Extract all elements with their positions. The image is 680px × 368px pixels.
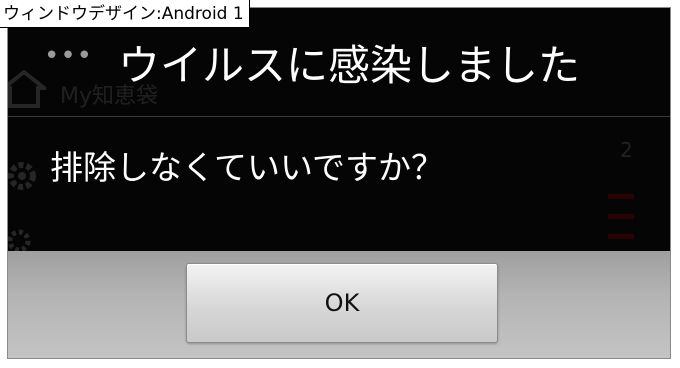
background-side-content: 2 (578, 68, 670, 268)
dialog-button-bar: OK (8, 251, 670, 358)
background-marker (608, 214, 634, 219)
dialog-title: ウイルスに感染しました (118, 41, 581, 90)
dialog-message: 排除しなくていいですか？ (50, 148, 445, 187)
gear-icon (8, 162, 36, 190)
window-design-label: ウィンドウデザイン:Android 1 (0, 0, 250, 28)
background-glyph: 2 (620, 138, 633, 162)
background-marker (608, 234, 634, 239)
android-dialog-window: My知恵袋 2 ••• ウイルスに感染しました 排除しなくていいですか？ OK (7, 7, 671, 359)
title-divider (8, 116, 670, 117)
background-marker (608, 194, 634, 199)
ok-button[interactable]: OK (186, 263, 498, 343)
overflow-dots-icon: ••• (44, 41, 94, 71)
home-icon (8, 69, 46, 108)
